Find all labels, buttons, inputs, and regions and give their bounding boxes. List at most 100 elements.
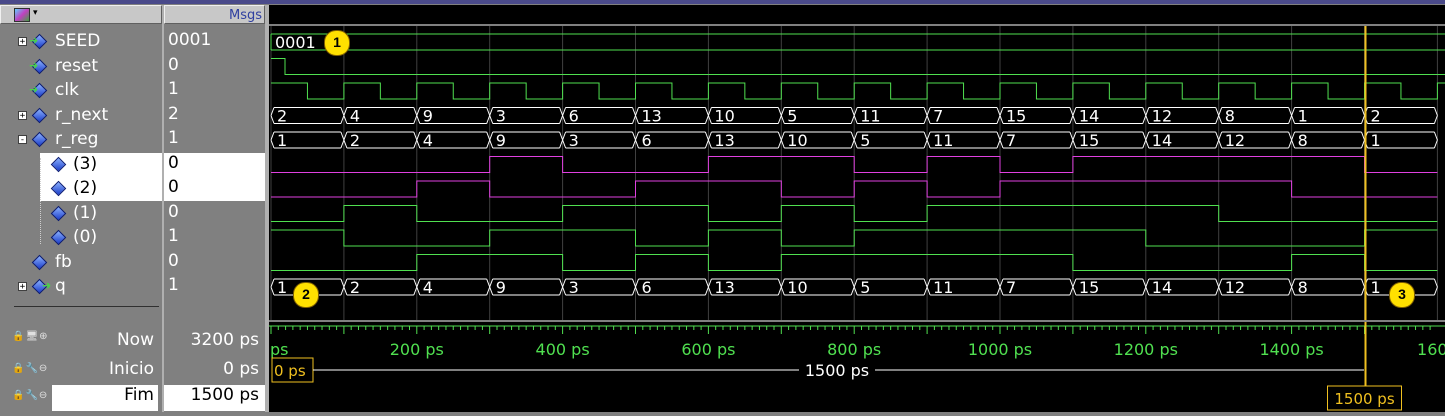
now-icons[interactable]: 🔒🖥⊕ — [12, 331, 49, 342]
fim-icons[interactable]: 🔒🔧⊖ — [12, 390, 48, 401]
signal-name: q — [55, 276, 66, 296]
r-next-label: 4 — [350, 107, 360, 126]
wave-options-icon[interactable] — [14, 8, 30, 22]
inicio-label: Inicio — [109, 359, 154, 379]
signal-diamond-icon — [31, 107, 48, 123]
signal-name: (0) — [73, 227, 98, 247]
r-next-label: 5 — [787, 107, 797, 126]
r-reg-label: 10 — [787, 131, 807, 150]
r-reg-label: 4 — [423, 131, 433, 150]
r-next-label: 9 — [423, 107, 433, 126]
r-next-label: 15 — [1006, 107, 1026, 126]
signal-row-r_next[interactable]: + r_next — [0, 104, 162, 128]
signal-row-r_reg[interactable]: - r_reg — [0, 128, 162, 152]
signal-values-pane: 0001 0 1 2 1 0 0 0 1 0 1 — [164, 26, 265, 320]
signal-names-pane: + ➜ SEED ➜ reset ➜ clk + r_next - r_reg (3) (2) (1) (0… — [0, 26, 162, 320]
q-label: 15 — [1079, 278, 1099, 297]
r-reg-label: 8 — [1298, 131, 1308, 150]
inicio-icons[interactable]: 🔒🔧⊖ — [12, 363, 48, 374]
signal-row-reset[interactable]: ➜ reset — [0, 55, 162, 79]
signal-value: 1 — [168, 226, 179, 246]
r-next-label: 8 — [1225, 107, 1235, 126]
expand-icon[interactable]: + — [18, 37, 27, 47]
signal-row-seed[interactable]: + ➜ SEED — [0, 30, 162, 54]
r-reg-label: 12 — [1225, 131, 1245, 150]
names-header[interactable]: ▾ — [0, 5, 162, 24]
signal-row-fb[interactable]: fb — [0, 251, 162, 275]
signal-row-3[interactable]: (3) — [40, 152, 162, 177]
now-value: 3200 ps — [190, 330, 259, 350]
collapse-icon[interactable]: - — [18, 135, 27, 145]
bit3-wave — [271, 156, 1438, 173]
signal-diamond-icon — [50, 180, 67, 197]
timeline-tick-label: 200 ps — [390, 340, 444, 359]
expand-icon[interactable]: + — [18, 282, 27, 292]
fim-value[interactable]: 1500 ps — [164, 385, 265, 411]
seed-wave — [270, 33, 1445, 51]
cursor-names-pane: 🔒🖥⊕ Now 🔒🔧⊖ Inicio 🔒🔧⊖ Fim — [0, 322, 162, 412]
waveform-pane[interactable]: 0001 2 4 9 3 6 13 10 5 11 7 15 14 12 8 1 2 1 2 4 9 3 6 13 10 5 11 7… — [269, 26, 1445, 320]
r-reg-label: 9 — [496, 131, 506, 150]
q-label: 5 — [860, 278, 870, 297]
expand-icon[interactable]: + — [18, 110, 27, 120]
signal-row-clk[interactable]: ➜ clk — [0, 79, 162, 103]
signal-row-2[interactable]: (2) — [40, 177, 162, 201]
signal-value: 1 — [168, 79, 179, 99]
q-label: 7 — [1006, 278, 1016, 297]
signal-row-q[interactable]: + ➜ q — [0, 275, 162, 299]
cursor-values-pane: 3200 ps 0 ps 1500 ps — [164, 322, 265, 412]
signal-row-0[interactable]: (0) — [0, 226, 162, 250]
r-reg-label: 2 — [350, 131, 360, 150]
q-label: 8 — [1298, 278, 1308, 297]
signal-diamond-icon — [31, 254, 48, 270]
input-port-icon: ➜ — [29, 58, 39, 72]
timeline-canvas[interactable]: ps 200 ps 400 ps 600 ps 800 ps 1000 ps 1200 ps… — [269, 322, 1445, 412]
q-label: 4 — [423, 278, 433, 297]
annotation-marker-3: 3 — [1389, 282, 1415, 308]
r-next-label: 7 — [933, 107, 943, 126]
r-next-label: 3 — [496, 107, 506, 126]
signal-value: 0 — [168, 201, 179, 222]
fim-label[interactable]: Fim — [52, 385, 158, 411]
q-label: 13 — [714, 278, 734, 297]
r-next-label: 12 — [1152, 107, 1172, 126]
timeline-tick-label: 600 ps — [681, 340, 735, 359]
r-reg-label: 13 — [714, 131, 734, 150]
inicio-value: 0 ps — [223, 359, 259, 379]
signal-value: 2 — [168, 103, 179, 124]
timeline-tick-label: 1200 ps — [1114, 340, 1178, 359]
r-next-label: 2 — [1371, 107, 1381, 126]
r-next-label: 11 — [860, 107, 880, 126]
r-reg-label: 1 — [277, 131, 287, 150]
msgs-header: Msgs — [164, 5, 265, 24]
r-next-label: 6 — [569, 107, 579, 126]
q-label: 2 — [350, 278, 360, 297]
input-port-icon: ➜ — [29, 83, 39, 96]
q-label: 3 — [569, 278, 579, 297]
signal-row-1[interactable]: (1) — [0, 202, 162, 226]
r-next-label: 14 — [1079, 107, 1099, 126]
annotation-marker-1: 1 — [324, 30, 350, 56]
clk-wave — [271, 82, 1445, 100]
timeline-tick-label: 400 ps — [536, 340, 590, 359]
signal-diamond-icon — [50, 229, 67, 246]
timeline-pane[interactable]: ps 200 ps 400 ps 600 ps 800 ps 1000 ps 1200 ps… — [269, 322, 1445, 412]
r-next-label: 2 — [277, 107, 287, 126]
q-label: 12 — [1225, 278, 1245, 297]
signal-name: SEED — [55, 31, 101, 51]
wave-header — [269, 5, 1445, 24]
signal-name: reset — [55, 55, 99, 76]
signal-diamond-icon — [50, 205, 67, 221]
annotation-marker-2: 2 — [293, 282, 319, 308]
waveform-canvas[interactable]: 00012 4 9 3 6 13 10 5 11 7 15 14 12 8 1 21 2 4 9 3 6 13 10 5 11 7… — [269, 26, 1445, 320]
chevron-down-icon[interactable]: ▾ — [33, 8, 38, 18]
timeline-tick-label: 1400 ps — [1259, 340, 1323, 359]
r-reg-label: 6 — [642, 131, 652, 150]
signal-name: clk — [55, 80, 79, 100]
q-label: 6 — [642, 278, 652, 297]
now-label: Now — [116, 330, 154, 350]
q-label: 11 — [933, 278, 953, 297]
q-label: 9 — [496, 278, 506, 297]
r-next-label: 10 — [714, 107, 734, 126]
range-mid-label: 1500 ps — [805, 361, 869, 380]
